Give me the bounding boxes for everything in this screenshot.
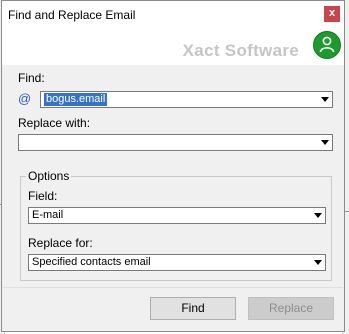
replace-for-label: Replace for: <box>28 236 93 250</box>
footer-divider <box>3 287 343 288</box>
field-select[interactable]: E-mail <box>28 207 326 224</box>
find-dropdown-button[interactable] <box>319 93 331 106</box>
at-icon: @ <box>18 91 32 106</box>
find-button[interactable]: Find <box>150 297 236 320</box>
replace-for-select-value: Specified contacts email <box>32 256 151 268</box>
replace-for-dropdown-button[interactable] <box>312 256 324 269</box>
title-bar: Find and Replace Email x <box>2 1 344 31</box>
options-legend: Options <box>26 169 72 183</box>
find-replace-dialog: Find and Replace Email x Xact Software F… <box>1 0 345 332</box>
chevron-down-icon <box>314 260 322 265</box>
replace-with-dropdown-button[interactable] <box>319 136 331 149</box>
replace-for-select[interactable]: Specified contacts email <box>28 254 326 271</box>
close-icon: x <box>328 7 336 19</box>
user-icon[interactable] <box>313 31 341 59</box>
brand-logo: Xact Software <box>182 41 299 60</box>
chevron-down-icon <box>314 213 322 218</box>
find-input-value[interactable]: bogus.email <box>44 93 108 106</box>
close-button[interactable]: x <box>324 6 340 22</box>
replace-with-label: Replace with: <box>18 116 91 130</box>
chevron-down-icon <box>321 97 329 102</box>
field-select-value: E-mail <box>32 209 64 221</box>
field-dropdown-button[interactable] <box>312 209 324 222</box>
find-label: Find: <box>18 71 45 85</box>
window-title: Find and Replace Email <box>8 8 136 22</box>
find-combobox[interactable]: bogus.email <box>40 91 333 108</box>
replace-with-combobox[interactable] <box>18 134 333 151</box>
chevron-down-icon <box>321 140 329 145</box>
field-label: Field: <box>28 189 58 203</box>
replace-button[interactable]: Replace <box>248 297 334 320</box>
